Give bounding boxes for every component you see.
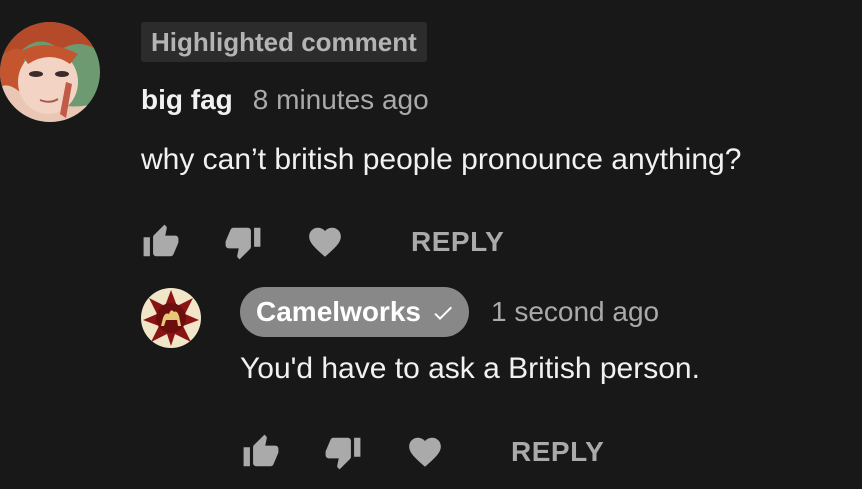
reply-timestamp[interactable]: 1 second ago xyxy=(491,296,659,328)
dislike-button[interactable] xyxy=(223,222,263,262)
reply-dislike-button[interactable] xyxy=(323,432,363,472)
reply-like-button[interactable] xyxy=(241,432,281,472)
thumbs-up-icon xyxy=(243,434,279,467)
reply-heart-button[interactable] xyxy=(405,432,445,472)
reply-author-name: Camelworks xyxy=(256,296,421,327)
reply-reply-button[interactable]: REPLY xyxy=(511,436,604,468)
comment-header: big fag 8 minutes ago xyxy=(141,84,429,116)
reply-text: You'd have to ask a British person. xyxy=(240,352,700,385)
checkmark-icon xyxy=(431,300,455,324)
author-name[interactable]: big fag xyxy=(141,84,233,116)
highlighted-comment-badge: Highlighted comment xyxy=(141,22,427,62)
comment-text: why can’t british people pronounce anyth… xyxy=(141,143,742,176)
reply-action-bar: REPLY xyxy=(241,432,604,472)
comment-timestamp[interactable]: 8 minutes ago xyxy=(253,84,429,116)
heart-icon xyxy=(309,227,341,257)
comment-action-bar: REPLY xyxy=(141,222,504,262)
thumbs-down-icon xyxy=(325,437,361,470)
reply-author-pill[interactable]: Camelworks xyxy=(240,287,469,337)
heart-icon xyxy=(409,437,441,467)
reply-button[interactable]: REPLY xyxy=(411,226,504,258)
avatar[interactable] xyxy=(0,22,100,122)
reply-header: Camelworks 1 second ago xyxy=(240,287,659,337)
thumbs-up-icon xyxy=(143,224,179,257)
heart-button[interactable] xyxy=(305,222,345,262)
reply-avatar[interactable] xyxy=(141,288,201,348)
like-button[interactable] xyxy=(141,222,181,262)
thumbs-down-icon xyxy=(225,227,261,260)
